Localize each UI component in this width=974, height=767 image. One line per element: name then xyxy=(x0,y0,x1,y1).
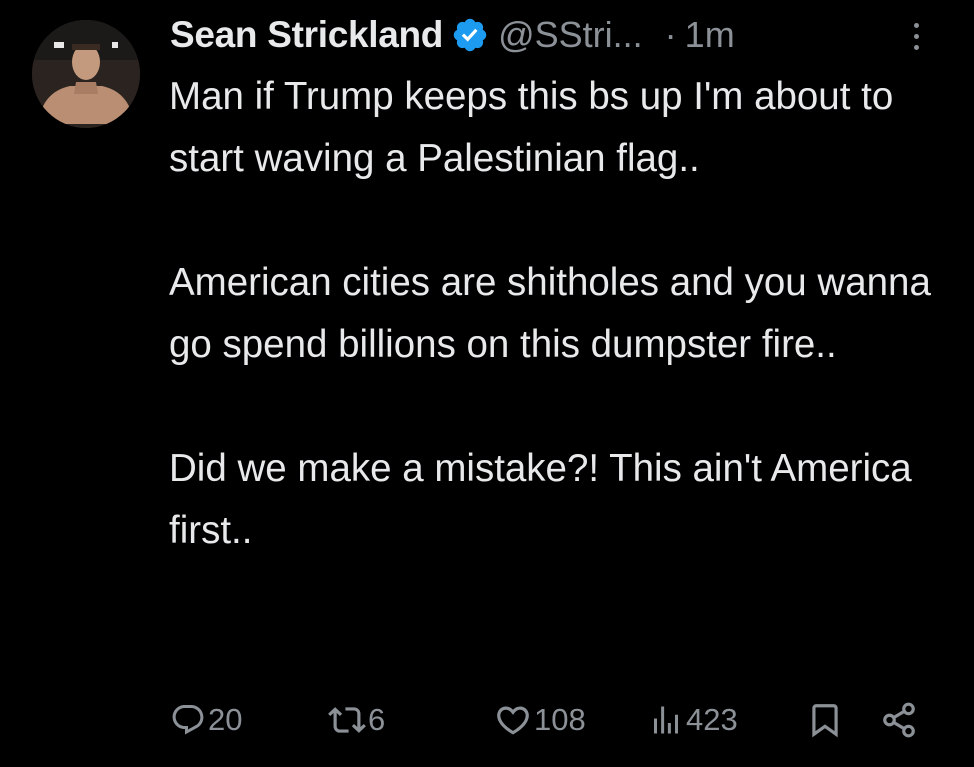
reply-count: 20 xyxy=(208,702,243,737)
like-icon xyxy=(497,706,529,735)
tweet-paragraph: American cities are shitholes and you wa… xyxy=(169,261,931,366)
bookmark-icon xyxy=(812,704,838,738)
repost-count: 6 xyxy=(368,702,386,737)
action-bar: 20 6 108 423 xyxy=(0,690,974,750)
reply-icon xyxy=(172,705,204,735)
share-icon xyxy=(883,702,915,738)
bookmark-button[interactable] xyxy=(806,700,844,740)
verified-badge-icon xyxy=(453,18,487,52)
share-button[interactable] xyxy=(880,700,918,740)
tweet-paragraph: Did we make a mistake?! This ain't Ameri… xyxy=(169,447,912,552)
reply-button[interactable]: 20 xyxy=(170,700,242,740)
views-button[interactable]: 423 xyxy=(648,700,738,740)
views-count: 423 xyxy=(686,702,738,737)
like-button[interactable]: 108 xyxy=(494,700,586,740)
tweet-paragraph: Man if Trump keeps this bs up I'm about … xyxy=(169,75,894,180)
author-name[interactable]: Sean Strickland xyxy=(170,14,443,56)
tweet-header: Sean Strickland @SStri... · 1m xyxy=(170,10,940,60)
repost-button[interactable]: 6 xyxy=(328,700,385,740)
like-count: 108 xyxy=(534,702,586,737)
tweet-text: Man if Trump keeps this bs up I'm about … xyxy=(169,66,959,562)
avatar-image xyxy=(32,20,140,128)
separator-dot: · xyxy=(664,14,677,55)
more-icon[interactable] xyxy=(906,20,926,54)
avatar[interactable] xyxy=(32,20,140,128)
author-handle[interactable]: @SStri... xyxy=(498,14,643,56)
timestamp[interactable]: 1m xyxy=(685,14,735,56)
views-icon xyxy=(654,706,678,734)
repost-icon xyxy=(328,707,366,733)
